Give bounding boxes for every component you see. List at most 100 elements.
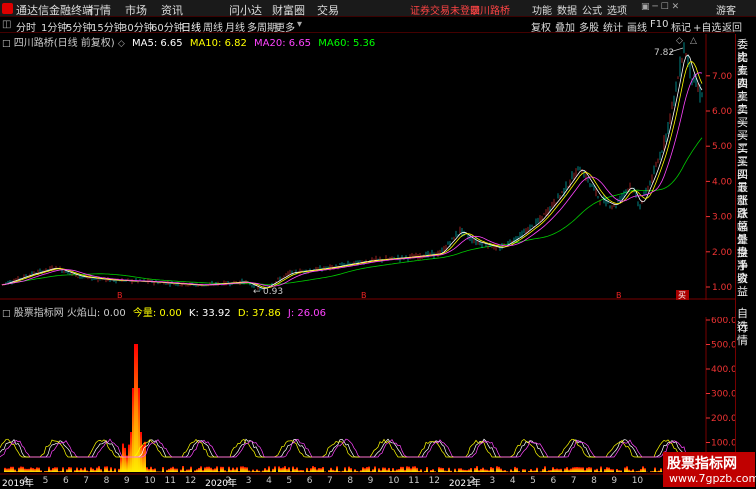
flame-bar xyxy=(572,467,574,472)
flame-bar xyxy=(560,469,562,472)
flame-bar xyxy=(314,467,316,472)
flame-bar xyxy=(484,470,486,472)
flame-bar xyxy=(458,468,460,472)
period-1min[interactable]: 1分钟 xyxy=(41,19,67,34)
flame-bar xyxy=(234,469,236,472)
flame-bar xyxy=(240,466,242,472)
flame-bar xyxy=(296,467,298,472)
flame-bar xyxy=(392,468,394,472)
ma10-line xyxy=(2,62,702,288)
flame-bar xyxy=(396,469,398,472)
period-weekly[interactable]: 周线 xyxy=(203,19,223,34)
flame-bar xyxy=(372,469,374,472)
period-60min[interactable]: 60分钟 xyxy=(151,19,184,34)
period-timeshare[interactable]: 分时 xyxy=(16,19,36,34)
flame-bar xyxy=(272,469,274,472)
flame-bar xyxy=(642,466,644,472)
flame-bar xyxy=(366,467,368,472)
flame-bar xyxy=(54,467,56,472)
buy-signal-label: 买 xyxy=(678,291,686,300)
flame-bar xyxy=(184,471,186,472)
guest-label[interactable]: 游客 xyxy=(716,2,736,17)
more-arrow-icon[interactable]: ▾ xyxy=(297,19,302,30)
flame-bar xyxy=(450,471,452,472)
period-monthly[interactable]: 月线 xyxy=(225,19,245,34)
indicator-tick-label: 200.0 xyxy=(711,414,735,424)
flame-bar xyxy=(120,456,122,472)
flame-bar xyxy=(496,466,498,472)
add-favorite-button[interactable]: +自选 xyxy=(693,19,721,34)
flame-bar xyxy=(118,469,120,472)
flame-bar xyxy=(624,467,626,472)
flame-bar xyxy=(564,468,566,472)
layout-icon[interactable]: ◫ xyxy=(2,19,11,30)
menu-wenxiaoda[interactable]: 问小达 xyxy=(229,2,262,18)
period-5min[interactable]: 5分钟 xyxy=(66,19,92,34)
date-tick-label: 4 xyxy=(266,476,272,486)
flame-bar xyxy=(290,471,292,472)
watermark-title: 股票指标网 xyxy=(667,453,737,473)
menu-quotes[interactable]: 行情 xyxy=(89,2,111,18)
menu-news[interactable]: 资讯 xyxy=(161,2,183,18)
menu-wealth-circle[interactable]: 财富圈 xyxy=(272,2,305,18)
indicator-tick-label: 400.0 xyxy=(711,365,735,375)
flame-bar xyxy=(100,469,102,472)
flame-bar xyxy=(128,445,130,472)
flame-bar xyxy=(174,469,176,472)
kline-chart[interactable]: 7.006.005.004.003.002.001.00 7.82 0.93 ←… xyxy=(0,34,735,300)
flame-bar xyxy=(516,468,518,472)
flame-bar xyxy=(530,469,532,472)
draw-line-button[interactable]: 画线 xyxy=(627,19,647,34)
flame-bar xyxy=(576,467,578,472)
flame-bar xyxy=(426,467,428,472)
flame-bar xyxy=(358,472,360,473)
menu-data[interactable]: 数据 xyxy=(557,2,577,17)
menu-formula[interactable]: 公式 xyxy=(582,2,602,17)
flame-bar xyxy=(478,470,480,472)
flame-bar xyxy=(264,468,266,472)
menu-market[interactable]: 市场 xyxy=(125,2,147,18)
flame-bar xyxy=(274,466,276,472)
indicator-chart[interactable]: 600.0500.0400.0300.0200.0100.0 xyxy=(0,317,735,475)
statistics-button[interactable]: 统计 xyxy=(603,19,623,34)
flame-bar xyxy=(454,469,456,472)
flame-bar xyxy=(464,470,466,472)
period-15min[interactable]: 15分钟 xyxy=(91,19,124,34)
back-button[interactable]: 返回 xyxy=(722,19,742,34)
adjust-button[interactable]: 复权 xyxy=(531,19,551,34)
flame-bar xyxy=(650,471,652,472)
flame-bar xyxy=(16,471,18,472)
flame-bar xyxy=(586,468,588,472)
menu-trade[interactable]: 交易 xyxy=(317,2,339,18)
flame-bar xyxy=(498,467,500,472)
date-tick-label: 3 xyxy=(246,476,252,486)
date-tick-label: 9 xyxy=(124,476,130,486)
flame-bar xyxy=(232,468,234,472)
multi-stock-button[interactable]: 多股 xyxy=(579,19,599,34)
flame-bar xyxy=(194,470,196,472)
flame-bar xyxy=(474,468,476,472)
flame-bar xyxy=(48,467,50,472)
stock-name-tab[interactable]: 四川路桥 xyxy=(470,2,510,17)
mark-button[interactable]: 标记 xyxy=(671,19,691,34)
menu-options[interactable]: 选项 xyxy=(607,2,627,17)
window-buttons-icon[interactable]: ▣ ─ ☐ ✕ xyxy=(641,2,679,12)
flame-bar xyxy=(608,468,610,472)
flame-bar xyxy=(644,468,646,472)
f10-button[interactable]: F10 xyxy=(650,19,668,30)
flame-bar xyxy=(544,466,546,472)
period-30min[interactable]: 30分钟 xyxy=(121,19,154,34)
flame-bar xyxy=(360,470,362,472)
period-multi[interactable]: 多周期 xyxy=(247,19,277,34)
flame-bar xyxy=(626,466,628,472)
overlay-button[interactable]: 叠加 xyxy=(555,19,575,34)
quote-tab-1[interactable]: 行情 xyxy=(737,321,756,347)
flame-bar xyxy=(552,467,554,472)
flame-bar xyxy=(556,469,558,472)
period-daily[interactable]: 日线 xyxy=(181,19,201,34)
flame-bar xyxy=(134,344,136,472)
period-more[interactable]: 更多 xyxy=(275,19,295,34)
menu-function[interactable]: 功能 xyxy=(532,2,552,17)
flame-bar xyxy=(400,467,402,472)
date-tick-label: 11 xyxy=(165,476,176,486)
